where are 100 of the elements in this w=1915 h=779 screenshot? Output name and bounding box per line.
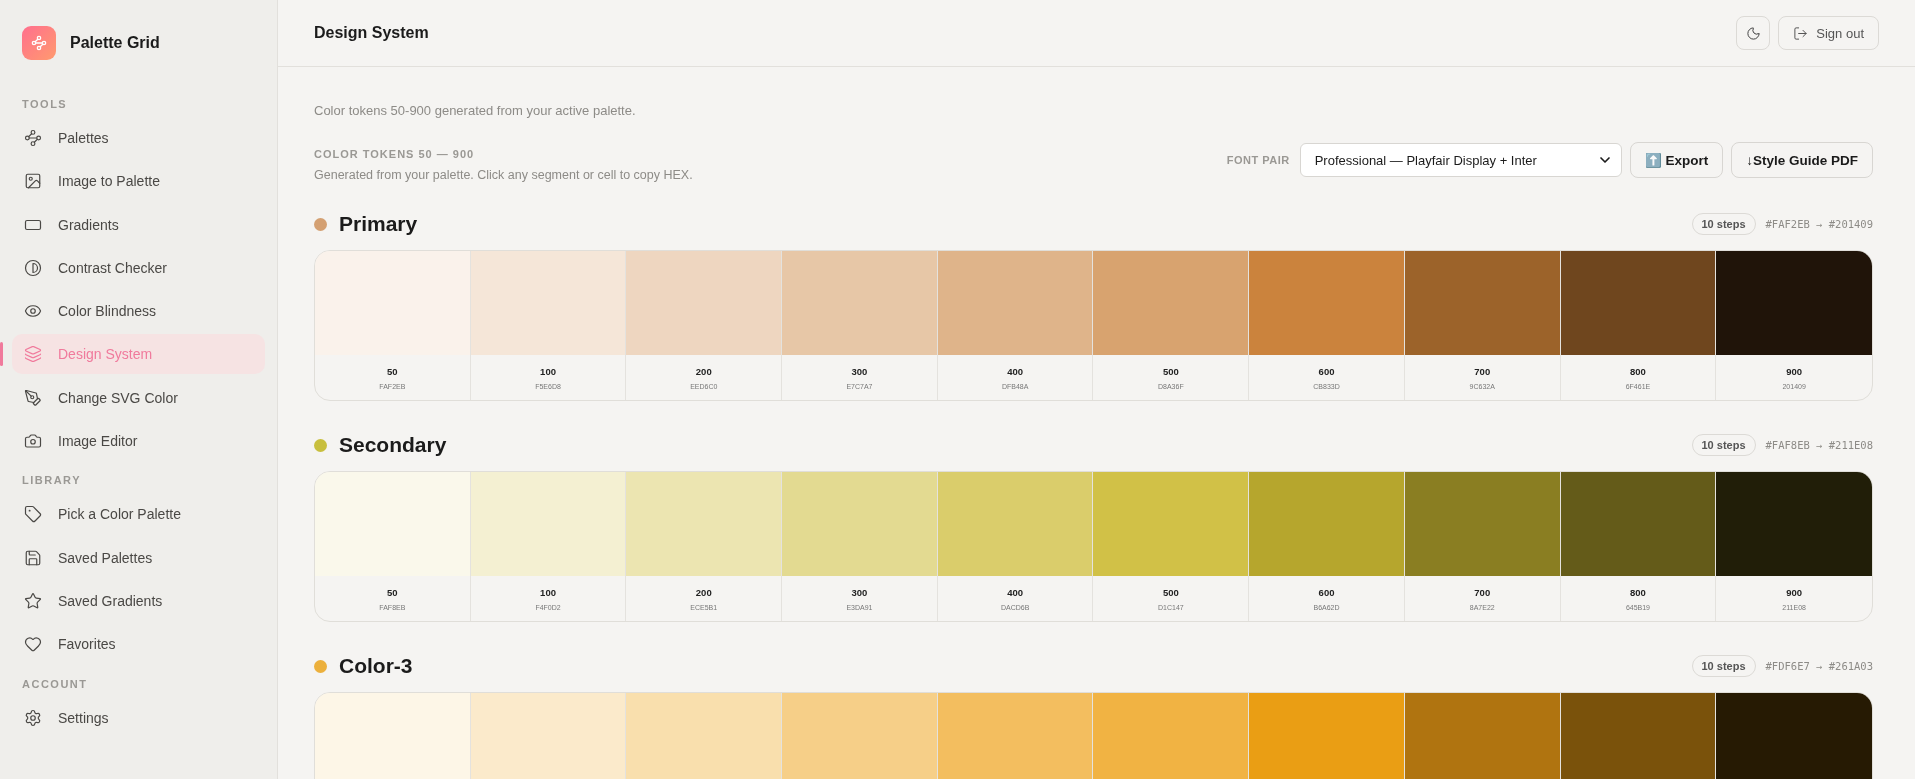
pen-icon (24, 388, 42, 407)
star-icon (24, 591, 42, 610)
color-swatch[interactable] (470, 693, 626, 779)
color-swatch[interactable] (1560, 251, 1716, 355)
step-label: 600 (1318, 365, 1335, 377)
color-swatch[interactable] (626, 693, 782, 779)
sidebar-item[interactable]: Color Blindness (12, 291, 265, 332)
step-label: 900 (1786, 586, 1803, 598)
color-swatch[interactable] (1404, 472, 1560, 576)
color-swatch[interactable] (1716, 472, 1872, 576)
sidebar-item[interactable]: Contrast Checker (12, 247, 265, 288)
image-icon (24, 172, 42, 191)
color-swatch[interactable] (315, 693, 470, 779)
sidebar-label: Change SVG Color (58, 389, 178, 406)
color-swatch[interactable] (1716, 693, 1872, 779)
font-pair-select[interactable]: Professional — Playfair Display + Inter (1299, 143, 1622, 177)
step-label: 600 (1318, 586, 1335, 598)
brand-name: Palette Grid (70, 34, 160, 52)
color-swatch[interactable] (1404, 693, 1560, 779)
color-swatch[interactable] (1093, 251, 1249, 355)
sidebar-label: Image to Palette (58, 173, 160, 190)
step-label: 400 (1007, 586, 1024, 598)
contrast-icon (24, 258, 42, 277)
color-swatch[interactable] (1249, 693, 1404, 779)
tag-icon (24, 505, 42, 524)
section-subtitle: Generated from your palette. Click any segment or cell to copy HEX. (314, 168, 693, 182)
step-label: 300 (851, 586, 868, 598)
sidebar-item[interactable]: Palettes (12, 118, 265, 158)
color-swatch[interactable] (470, 251, 626, 355)
color-swatch[interactable] (782, 251, 937, 355)
sidebar-label: Palettes (58, 130, 109, 146)
step-label: 800 (1630, 365, 1646, 377)
export-button[interactable]: ⬆ Export (1629, 142, 1724, 178)
page-title: Design System (314, 24, 429, 42)
sign-out-button[interactable]: Sign out (1778, 16, 1879, 50)
hex-range: #FDF6E7 → #261A03 (1765, 660, 1873, 672)
section-heading: ACCOUNT (21, 676, 89, 692)
sidebar-item[interactable]: Favorites (12, 624, 265, 665)
settings-icon (24, 708, 42, 727)
save-icon (24, 548, 42, 567)
color-swatch[interactable] (315, 251, 470, 355)
sidebar-label: Contrast Checker (58, 259, 167, 276)
sidebar-item[interactable]: Saved Palettes (12, 537, 265, 578)
color-swatch[interactable] (1560, 472, 1716, 576)
sidebar-label: Image Editor (58, 433, 138, 450)
color-swatch[interactable] (1249, 472, 1404, 576)
color-swatch[interactable] (470, 472, 626, 576)
color-swatch[interactable] (315, 472, 470, 576)
sidebar-label: Settings (58, 709, 109, 726)
step-label: 100 (540, 586, 556, 598)
step-label: 50 (387, 365, 398, 377)
step-label: 700 (1474, 365, 1491, 377)
sidebar-label: Saved Gradients (58, 592, 163, 609)
step-label: 500 (1162, 586, 1179, 598)
logo-icon (22, 26, 56, 60)
section-heading: LIBRARY (21, 473, 82, 489)
sidebar-item[interactable]: Change SVG Color (12, 377, 265, 418)
color-swatch[interactable] (937, 472, 1093, 576)
hex-range: #FAF8EB → #211E08 (1765, 439, 1873, 451)
color-swatch[interactable] (1093, 472, 1249, 576)
style-guide-button[interactable]: ↓Style Guide PDF (1731, 142, 1873, 178)
sidebar-item[interactable]: Saved Gradients (12, 580, 265, 621)
sidebar-item[interactable]: Settings (12, 697, 265, 738)
section-heading: COLOR TOKENS 50 — 900 (314, 148, 476, 160)
color-swatch[interactable] (1404, 251, 1560, 355)
sidebar-item[interactable]: Image Editor (12, 421, 265, 462)
sidebar-item[interactable]: Pick a Color Palette (12, 494, 265, 535)
sidebar-item[interactable]: Gradients (12, 204, 265, 245)
sidebar-label: Favorites (58, 636, 116, 653)
color-swatch[interactable] (1093, 693, 1249, 779)
color-swatch[interactable] (937, 251, 1093, 355)
steps-badge: 10 steps (1691, 434, 1756, 456)
color-swatch[interactable] (1560, 693, 1716, 779)
sidebar-label: Gradients (58, 216, 119, 233)
color-swatch[interactable] (626, 251, 782, 355)
step-label: 100 (540, 365, 556, 377)
color-swatch[interactable] (782, 693, 937, 779)
step-label: 50 (387, 586, 398, 598)
color-swatch[interactable] (1249, 251, 1404, 355)
nodes-icon (24, 129, 42, 147)
color-swatch[interactable] (782, 472, 937, 576)
palette-name: Color-3 (339, 654, 413, 678)
logout-icon (1793, 25, 1809, 41)
step-label: 900 (1786, 365, 1803, 377)
section-heading: TOOLS (21, 97, 69, 112)
sidebar-label: Color Blindness (58, 303, 157, 320)
moon-icon (1745, 25, 1761, 41)
color-swatch[interactable] (626, 472, 782, 576)
sidebar-item[interactable]: Image to Palette (12, 161, 265, 202)
step-label: 300 (851, 365, 868, 377)
sidebar-label: Saved Palettes (58, 549, 153, 566)
palette-name: Secondary (339, 433, 447, 457)
theme-toggle-button[interactable] (1736, 16, 1771, 50)
steps-badge: 10 steps (1691, 655, 1756, 677)
step-label: 200 (695, 586, 712, 598)
color-swatch[interactable] (1716, 251, 1872, 355)
heart-icon (24, 635, 42, 654)
color-swatch[interactable] (937, 693, 1093, 779)
sidebar-label: Pick a Color Palette (58, 506, 181, 523)
step-label: 700 (1474, 586, 1491, 598)
